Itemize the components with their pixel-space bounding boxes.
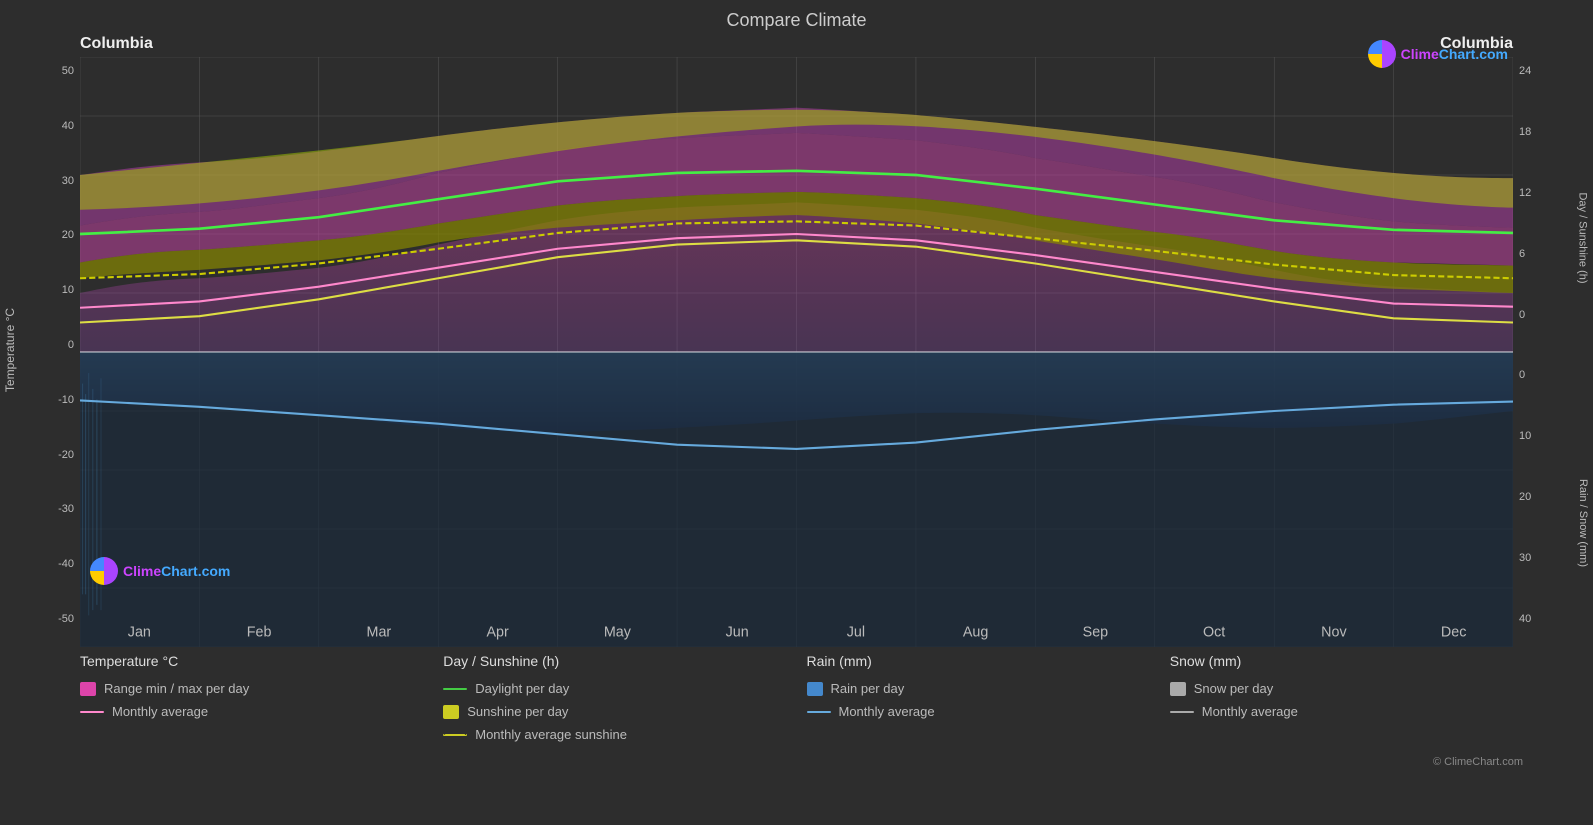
legend-item-snow-per-day: Snow per day <box>1170 681 1533 696</box>
y-axis-left-label: Temperature °C <box>3 308 17 392</box>
location-label-left: Columbia <box>80 35 153 53</box>
copyright-text: © ClimeChart.com <box>0 756 1593 768</box>
svg-text:Jun: Jun <box>726 624 749 640</box>
legend-swatch-sunshine <box>443 705 459 719</box>
y-axis-left: 50 40 30 20 10 0 -10 -20 -30 -40 -50 <box>20 65 80 625</box>
legend-item-sunshine-per-day: Sunshine per day <box>443 704 806 719</box>
y-axis-right-sunshine-label: Day / Sunshine (h) <box>1577 192 1589 283</box>
legend-col-sunshine: Day / Sunshine (h) Daylight per day Suns… <box>443 653 806 742</box>
svg-text:Oct: Oct <box>1203 624 1225 640</box>
legend-title-temperature: Temperature °C <box>80 653 443 669</box>
legend-line-daylight <box>443 688 467 690</box>
legend-section: Temperature °C Range min / max per day M… <box>0 635 1593 752</box>
legend-col-temperature: Temperature °C Range min / max per day M… <box>80 653 443 742</box>
logo-bottom-left: ClimeChart.com <box>90 557 230 585</box>
legend-line-temp-avg <box>80 711 104 713</box>
legend-swatch-snow <box>1170 682 1186 696</box>
svg-text:Apr: Apr <box>486 624 508 640</box>
svg-text:Aug: Aug <box>963 624 988 640</box>
legend-swatch-temp-range <box>80 682 96 696</box>
svg-text:Nov: Nov <box>1321 624 1347 640</box>
svg-text:Jan: Jan <box>128 624 151 640</box>
legend-title-sunshine: Day / Sunshine (h) <box>443 653 806 669</box>
svg-text:Mar: Mar <box>367 624 392 640</box>
legend-swatch-rain <box>807 682 823 696</box>
legend-item-sunshine-avg: Monthly average sunshine <box>443 727 806 742</box>
legend-item-temp-avg: Monthly average <box>80 704 443 719</box>
legend-line-rain-avg <box>807 711 831 713</box>
svg-text:Sep: Sep <box>1083 624 1108 640</box>
logo-icon <box>1368 40 1396 68</box>
legend-item-rain-avg: Monthly average <box>807 704 1170 719</box>
legend-title-snow: Snow (mm) <box>1170 653 1533 669</box>
legend-item-temp-range: Range min / max per day <box>80 681 443 696</box>
legend-item-rain-per-day: Rain per day <box>807 681 1170 696</box>
legend-line-snow-avg <box>1170 711 1194 713</box>
svg-text:Dec: Dec <box>1441 624 1466 640</box>
legend-col-rain: Rain (mm) Rain per day Monthly average <box>807 653 1170 742</box>
svg-text:Feb: Feb <box>247 624 272 640</box>
page-title: Compare Climate <box>0 0 1593 35</box>
logo-text-bottom: ClimeChart.com <box>123 563 230 579</box>
legend-title-rain: Rain (mm) <box>807 653 1170 669</box>
legend-line-sunshine-avg <box>443 734 467 736</box>
legend-col-snow: Snow (mm) Snow per day Monthly average <box>1170 653 1533 742</box>
svg-text:Jul: Jul <box>847 624 865 640</box>
logo-top-right: ClimeChart.com <box>1368 40 1508 68</box>
svg-text:May: May <box>604 624 632 640</box>
chart-area: Columbia Columbia ClimeChart.com ClimeCh… <box>80 35 1513 625</box>
main-chart-svg: Jan Feb Mar Apr May Jun Jul Aug Sep Oct … <box>80 57 1513 647</box>
logo-icon-bottom <box>90 557 118 585</box>
legend-item-snow-avg: Monthly average <box>1170 704 1533 719</box>
y-axis-right-rain-label: Rain / Snow (mm) <box>1577 478 1589 566</box>
logo-text: ClimeChart.com <box>1401 46 1508 62</box>
legend-item-daylight: Daylight per day <box>443 681 806 696</box>
y-axis-right-sunshine: 24 18 12 6 0 0 10 20 30 40 <box>1513 65 1573 625</box>
